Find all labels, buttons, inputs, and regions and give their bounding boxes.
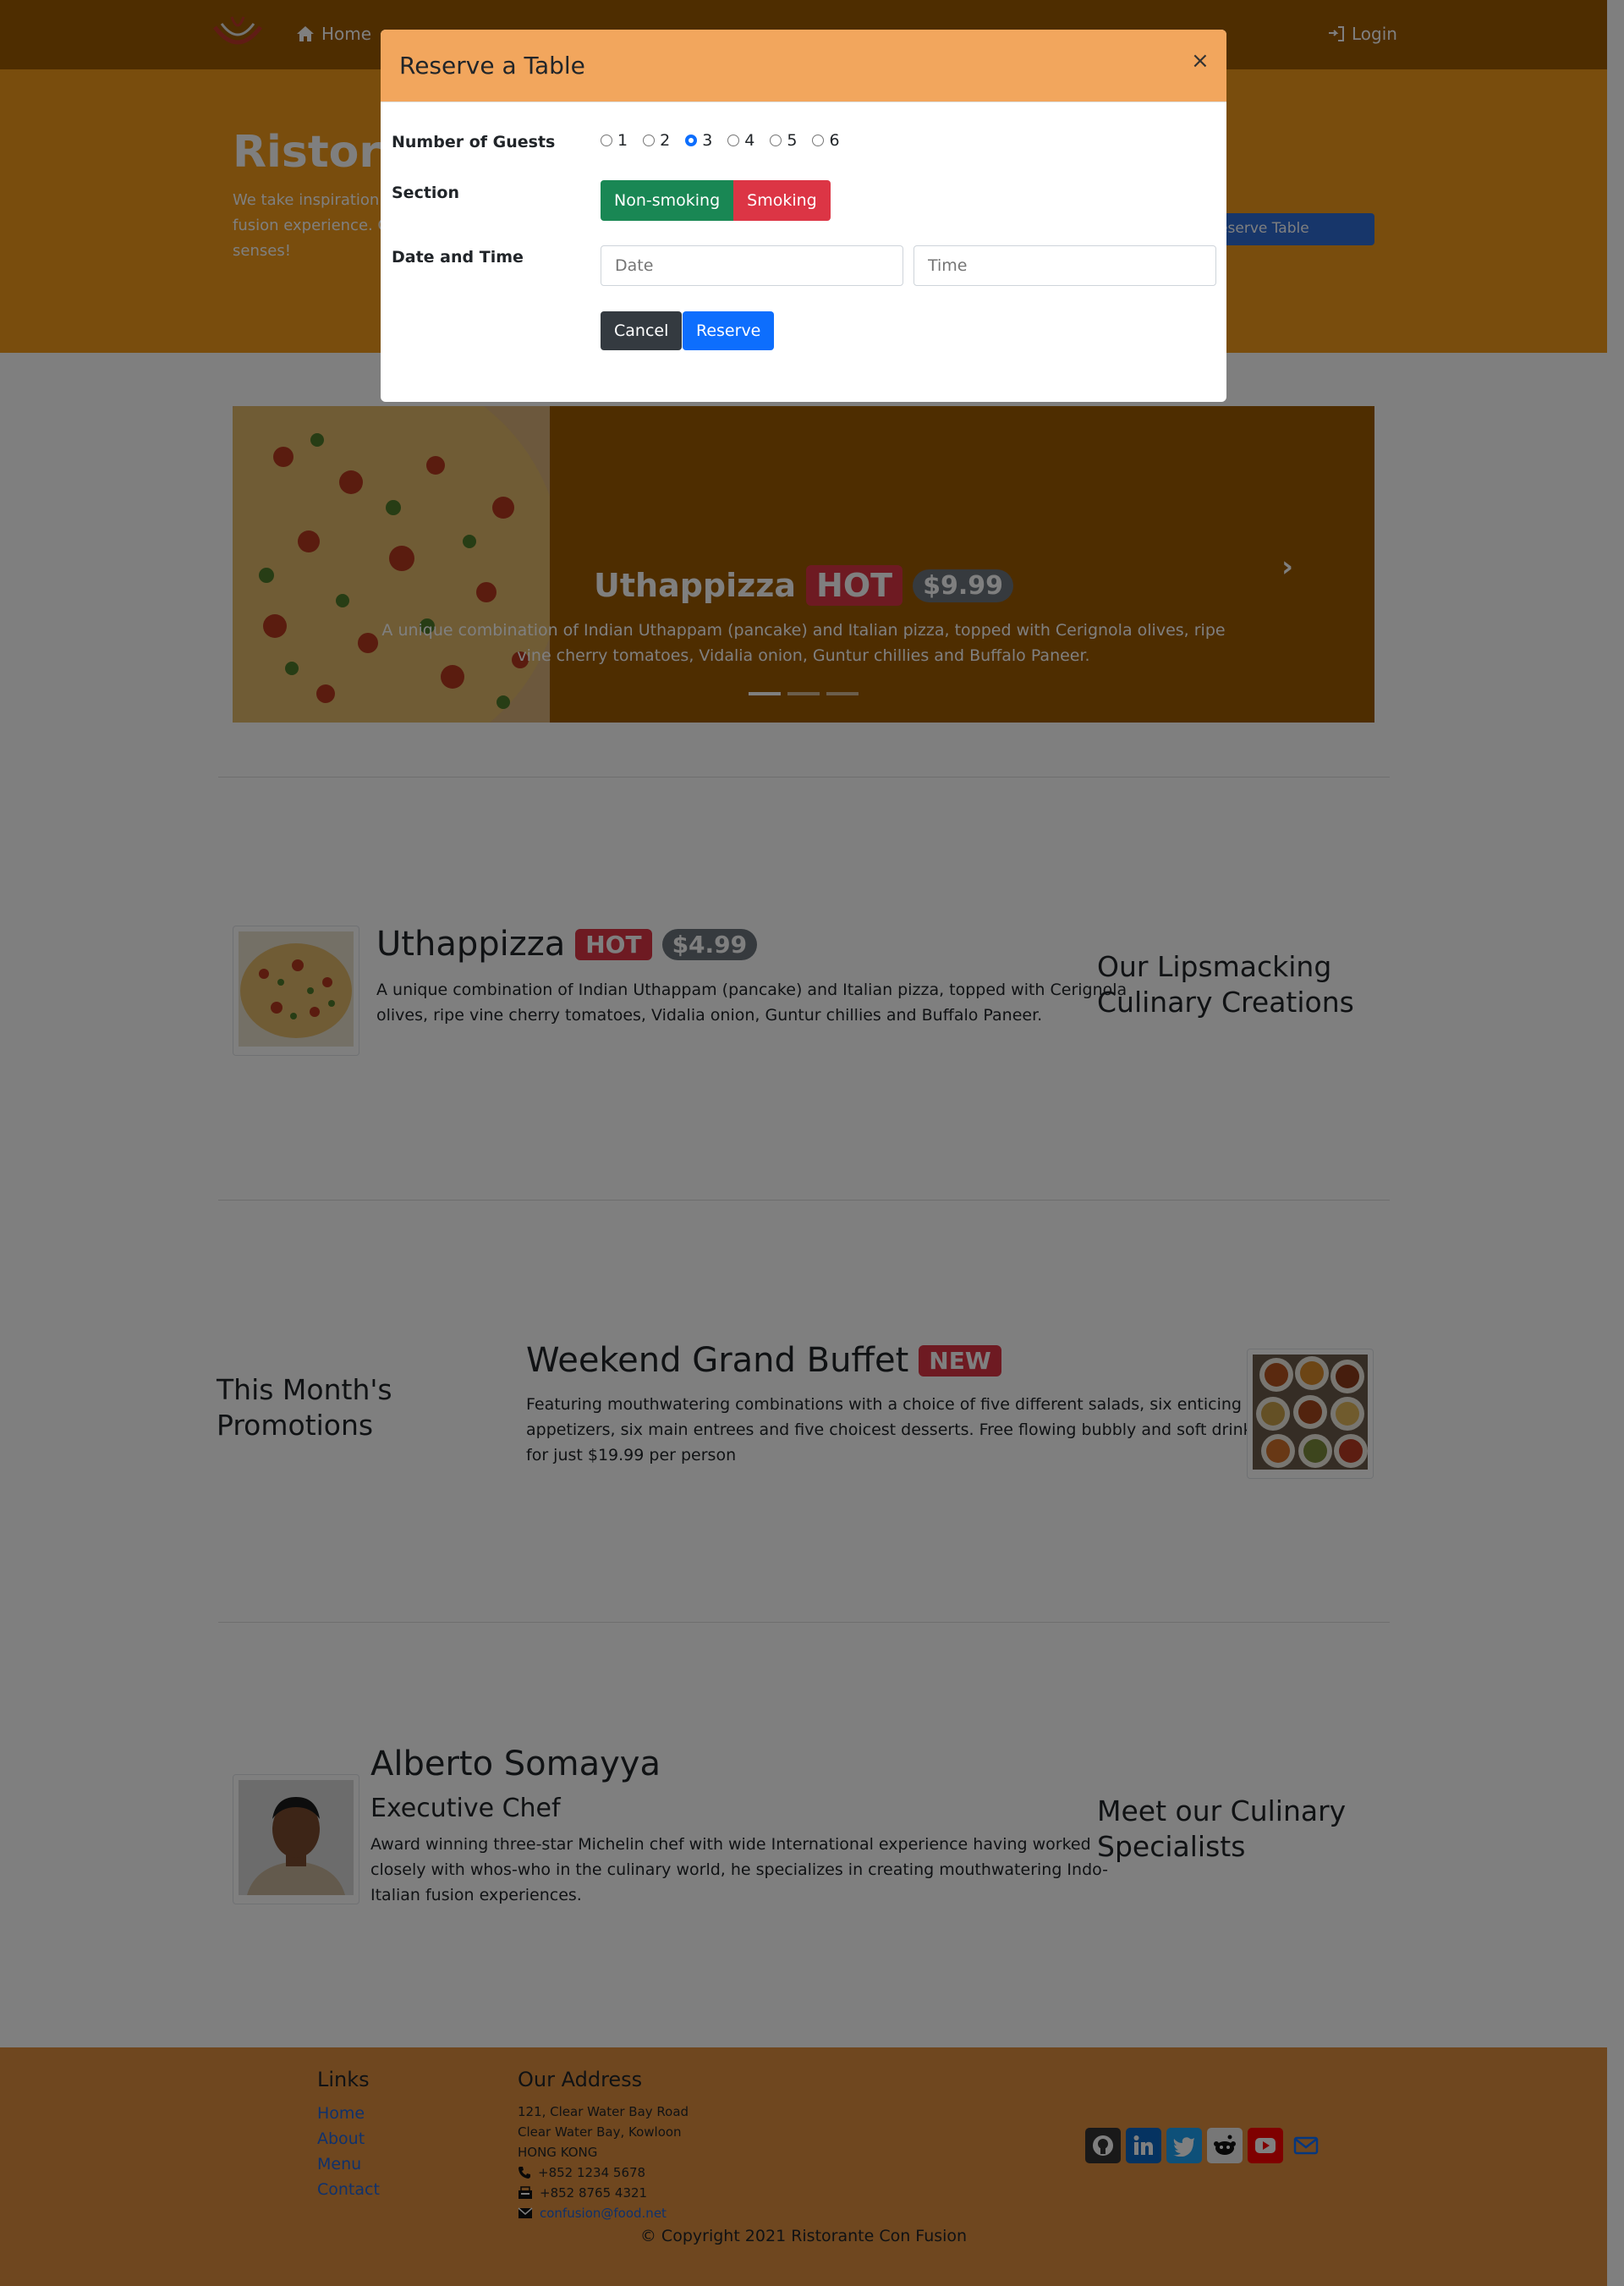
smoking-button[interactable]: Smoking [733, 180, 831, 221]
reserve-button[interactable]: Reserve [683, 311, 775, 350]
close-icon[interactable]: × [1191, 48, 1210, 74]
guests-option-1[interactable]: 1 [601, 131, 628, 150]
radio-label: 5 [787, 131, 798, 150]
radio-circle[interactable] [770, 135, 782, 146]
radio-circle[interactable] [601, 135, 612, 146]
modal-title: Reserve a Table [399, 52, 585, 80]
guests-option-2[interactable]: 2 [643, 131, 670, 150]
guests-label: Number of Guests [392, 133, 556, 151]
guests-option-5[interactable]: 5 [770, 131, 797, 150]
radio-label: 4 [744, 131, 755, 150]
cancel-button[interactable]: Cancel [601, 311, 683, 350]
date-input[interactable] [601, 245, 903, 286]
radio-label: 6 [829, 131, 840, 150]
radio-label: 3 [702, 131, 713, 150]
reserve-table-modal: Reserve a Table × Number of Guests 1 2 3… [381, 30, 1226, 402]
modal-header: Reserve a Table × [381, 30, 1226, 102]
guests-radio-group: 1 2 3 4 5 6 [601, 131, 840, 150]
radio-circle[interactable] [812, 135, 825, 146]
radio-circle-checked[interactable] [685, 135, 698, 146]
radio-circle[interactable] [727, 135, 740, 146]
guests-option-6[interactable]: 6 [812, 131, 840, 150]
radio-label: 1 [617, 131, 628, 150]
guests-option-3[interactable]: 3 [685, 131, 712, 150]
radio-circle[interactable] [643, 135, 656, 146]
section-label: Section [392, 184, 460, 202]
section-toggle: Non-smoking Smoking [601, 180, 831, 221]
datetime-label: Date and Time [392, 248, 524, 267]
non-smoking-button[interactable]: Non-smoking [601, 180, 734, 221]
radio-label: 2 [660, 131, 671, 150]
guests-option-4[interactable]: 4 [727, 131, 754, 150]
time-input[interactable] [914, 245, 1216, 286]
